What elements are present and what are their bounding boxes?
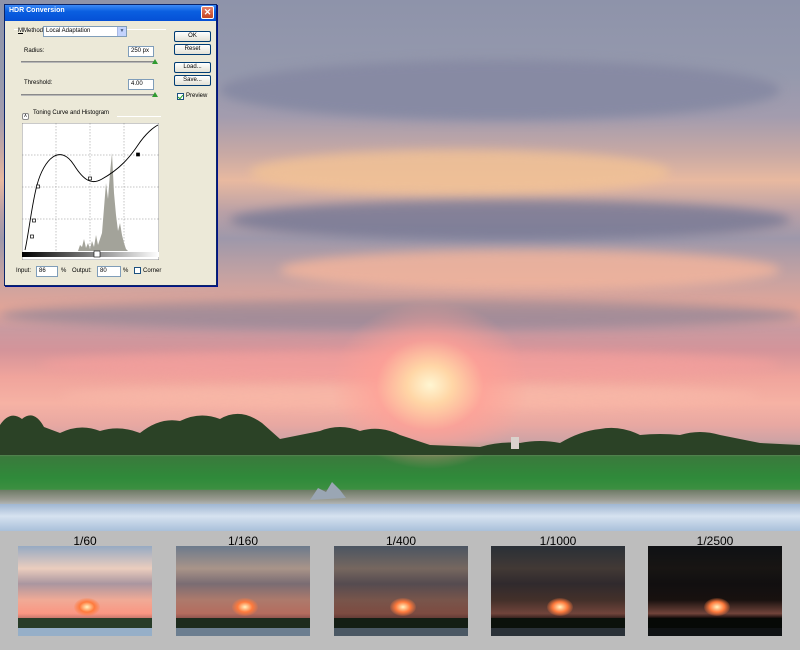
- ok-button[interactable]: OK: [174, 31, 211, 42]
- threshold-slider-thumb[interactable]: [152, 92, 158, 97]
- sun: [704, 598, 730, 616]
- bracket-label: 1/400: [385, 534, 417, 548]
- curve-point[interactable]: [30, 234, 34, 239]
- bracket-thumbnail: [491, 546, 625, 636]
- cloud: [250, 150, 670, 195]
- preview-label: Preview: [186, 93, 208, 99]
- toning-curve-histogram[interactable]: [22, 123, 159, 260]
- divider: [117, 116, 161, 117]
- bracket-label: 1/2500: [696, 534, 734, 548]
- bracket-label: 1/160: [227, 534, 259, 548]
- corner-label: Corner: [143, 268, 162, 274]
- dialog-title: HDR Conversion: [9, 7, 65, 14]
- water: [0, 504, 800, 531]
- method-value: Local Adaptation: [46, 28, 91, 34]
- bracket-thumbnail: [176, 546, 310, 636]
- water: [491, 628, 625, 636]
- radius-label: Radius:: [24, 48, 45, 54]
- radius-slider-thumb[interactable]: [152, 59, 158, 64]
- corner-checkbox[interactable]: [134, 267, 141, 274]
- curve-point[interactable]: [36, 184, 40, 189]
- load-button[interactable]: Load...: [174, 62, 211, 73]
- tree-line: [491, 618, 625, 628]
- bracket-thumbnail: [648, 546, 782, 636]
- preview-checkbox[interactable]: [177, 93, 184, 100]
- input-field[interactable]: 86: [36, 266, 58, 277]
- output-field[interactable]: 80: [97, 266, 121, 277]
- tree-line: [18, 618, 152, 628]
- sun: [547, 598, 573, 616]
- water: [334, 628, 468, 636]
- chevron-down-icon[interactable]: ▼: [117, 27, 126, 36]
- output-unit: %: [123, 268, 129, 274]
- reset-button[interactable]: Reset: [174, 44, 211, 55]
- method-label: MMethod:: [18, 28, 45, 34]
- cloud: [220, 60, 780, 120]
- cloud: [230, 200, 790, 240]
- sun: [390, 598, 416, 616]
- method-label-text: Method:: [23, 28, 45, 34]
- boat-wreck: [310, 482, 346, 500]
- tree-line: [0, 413, 800, 455]
- threshold-slider-track[interactable]: [21, 94, 156, 96]
- tree-line: [648, 618, 782, 628]
- hdr-conversion-dialog: HDR Conversion ✕ MMethod: Local Adaptati…: [4, 4, 217, 286]
- water: [176, 628, 310, 636]
- output-label: Output:: [72, 268, 92, 274]
- input-label: Input:: [16, 268, 32, 274]
- title-bar[interactable]: HDR Conversion ✕: [5, 5, 216, 21]
- sun: [232, 598, 258, 616]
- water: [18, 628, 152, 636]
- curve-point-selected[interactable]: [136, 152, 140, 157]
- expand-curve-icon[interactable]: ∧: [22, 113, 29, 120]
- bracket-label: 1/1000: [539, 534, 577, 548]
- input-gradient-ramp: [22, 252, 159, 257]
- curve-point[interactable]: [88, 176, 92, 181]
- water: [648, 628, 782, 636]
- bracket-label: 1/60: [73, 534, 97, 548]
- curve-point[interactable]: [32, 218, 36, 223]
- curve-section-label: Toning Curve and Histogram: [33, 110, 110, 116]
- sun: [74, 598, 100, 616]
- radius-input[interactable]: 250 px: [128, 46, 154, 57]
- radius-slider-track[interactable]: [21, 61, 156, 63]
- save-button[interactable]: Save...: [174, 75, 211, 86]
- threshold-input[interactable]: 4.00: [128, 79, 154, 90]
- method-select[interactable]: Local Adaptation ▼: [43, 26, 127, 37]
- input-unit: %: [61, 268, 67, 274]
- tree-line: [334, 618, 468, 628]
- input-marker[interactable]: [93, 250, 101, 258]
- tree-line: [176, 618, 310, 628]
- close-icon[interactable]: ✕: [201, 6, 214, 19]
- threshold-label: Threshold:: [24, 80, 53, 86]
- bracket-thumbnail: [334, 546, 468, 636]
- bracket-thumbnail: [18, 546, 152, 636]
- cloud: [280, 250, 780, 290]
